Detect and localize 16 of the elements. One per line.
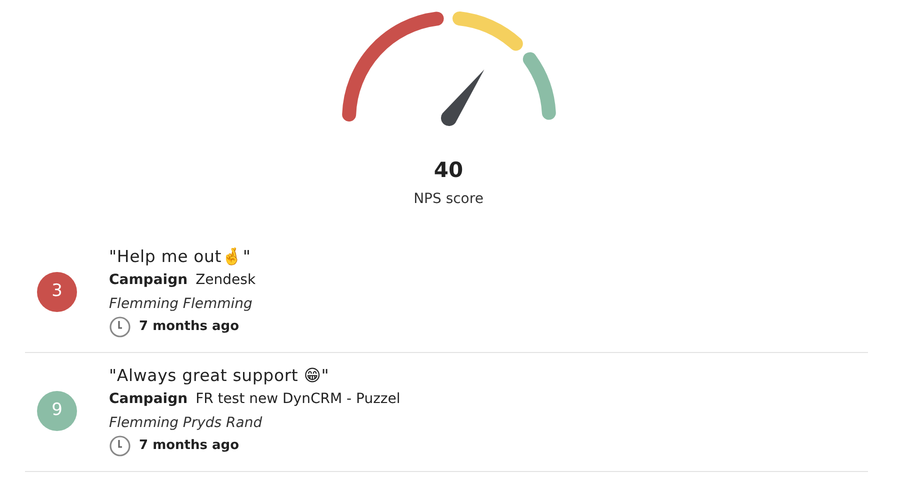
nps-score-value: 40 [432, 160, 464, 181]
author-name: Flemming Flemming [109, 295, 254, 314]
campaign-label: Campaign [109, 390, 188, 409]
campaign-name: FR test new DynCRM - Puzzel [196, 390, 400, 409]
clock-icon [109, 316, 131, 338]
score-circle: 9 [37, 391, 77, 431]
time-ago: 7 months ago [139, 437, 240, 456]
author-name: Flemming Pryds Rand [109, 414, 264, 433]
campaign-name: Zendesk [196, 271, 256, 290]
nps-score-label: NPS score [412, 190, 484, 209]
score-circle: 3 [37, 272, 77, 312]
response-quote: "Help me out🤞" [109, 246, 252, 268]
time-ago: 7 months ago [139, 318, 240, 336]
campaign-label: Campaign [109, 271, 188, 290]
clock-icon [109, 435, 131, 457]
response-quote: "Always great support 😁" [109, 365, 330, 387]
